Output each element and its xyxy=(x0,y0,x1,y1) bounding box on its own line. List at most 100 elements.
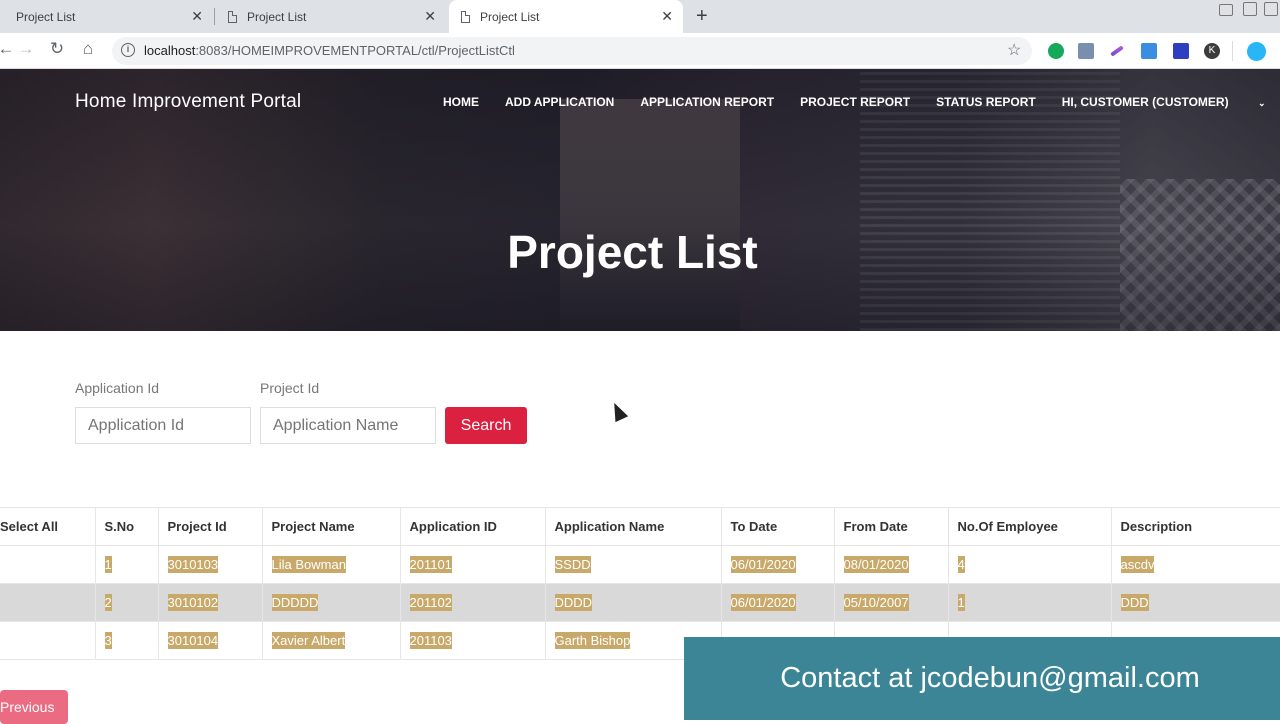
tab-title: Project List xyxy=(480,9,540,24)
table-cell: 201102 xyxy=(400,583,546,622)
cell-text: Garth Bishop xyxy=(554,632,631,649)
previous-button[interactable]: Previous xyxy=(0,690,68,724)
extension-icon[interactable] xyxy=(1173,43,1189,59)
minimize-icon[interactable] xyxy=(1219,4,1233,16)
column-header-select-all[interactable]: Select All xyxy=(0,507,96,546)
table-header-row: Select All S.No Project Id Project Name … xyxy=(0,507,1280,546)
select-checkbox-cell[interactable] xyxy=(0,621,96,660)
address-bar[interactable]: i localhost:8083/HOMEIMPROVEMENTPORTAL/c… xyxy=(112,37,1032,65)
info-icon[interactable]: i xyxy=(121,43,135,57)
page-title: Project List xyxy=(507,226,758,278)
table-row: 1 3010103 Lila Bowman 201101 SSDD 06/01/… xyxy=(0,545,1280,584)
column-header: Project Id xyxy=(158,507,263,546)
browser-tab[interactable]: Project List ✕ xyxy=(216,0,446,33)
nav-application-report[interactable]: APPLICATION REPORT xyxy=(640,95,774,109)
cell-text: 3010102 xyxy=(167,594,219,611)
table-cell: 201101 xyxy=(400,545,546,584)
account-avatar-icon[interactable] xyxy=(1247,42,1266,61)
close-icon[interactable]: ✕ xyxy=(424,8,436,25)
table-cell: DDDD xyxy=(545,583,722,622)
nav-project-report[interactable]: PROJECT REPORT xyxy=(800,95,910,109)
forward-icon[interactable]: → xyxy=(14,39,38,59)
reload-icon[interactable]: ↻ xyxy=(45,39,69,59)
nav-home[interactable]: HOME xyxy=(443,95,479,109)
table-cell: 4 xyxy=(948,545,1112,584)
table-cell: 3010103 xyxy=(158,545,263,584)
bookmark-star-icon[interactable]: ☆ xyxy=(1007,40,1021,60)
close-icon[interactable]: ✕ xyxy=(191,8,203,25)
application-id-label: Application Id xyxy=(75,380,160,396)
url-path: :8083/HOMEIMPROVEMENTPORTAL/ctl/ProjectL… xyxy=(195,43,515,58)
application-id-input[interactable] xyxy=(75,407,251,444)
project-id-label: Project Id xyxy=(260,380,320,396)
column-header: S.No xyxy=(95,507,159,546)
chevron-down-icon: ⌄ xyxy=(1257,98,1266,108)
browser-tab-active[interactable]: Project List ✕ xyxy=(449,0,683,33)
document-icon xyxy=(228,10,237,23)
tab-title: Project List xyxy=(16,9,76,24)
browser-tab-strip: Project List ✕ Project List ✕ Project Li… xyxy=(0,0,1280,33)
hero-banner: Home Improvement Portal HOME ADD APPLICA… xyxy=(0,69,1280,331)
nav-add-application[interactable]: ADD APPLICATION xyxy=(505,95,614,109)
table-cell: 08/01/2020 xyxy=(834,545,949,584)
extension-icon[interactable] xyxy=(1078,43,1094,59)
browser-tab[interactable]: Project List ✕ xyxy=(0,0,213,33)
table-cell: Xavier Albert xyxy=(262,621,401,660)
table-cell: 2 xyxy=(95,583,159,622)
document-icon xyxy=(461,10,470,23)
column-header: From Date xyxy=(834,507,949,546)
home-icon[interactable]: ⌂ xyxy=(76,39,100,59)
browser-toolbar: ← → ↻ ⌂ i localhost:8083/HOMEIMPROVEMENT… xyxy=(0,33,1280,69)
cell-text: Lila Bowman xyxy=(271,556,346,573)
cell-text: DDD xyxy=(1120,594,1149,611)
close-window-icon[interactable] xyxy=(1264,2,1278,16)
cell-text: DDDDD xyxy=(271,594,319,611)
table-row: 2 3010102 DDDDD 201102 DDDD 06/01/2020 0… xyxy=(0,583,1280,622)
column-header: To Date xyxy=(721,507,835,546)
extension-icon[interactable] xyxy=(1141,43,1157,59)
search-button[interactable]: Search xyxy=(445,407,527,444)
nav-status-report[interactable]: STATUS REPORT xyxy=(936,95,1036,109)
table-cell: SSDD xyxy=(545,545,722,584)
cell-text: DDDD xyxy=(554,594,593,611)
profile-icon[interactable]: K xyxy=(1204,43,1220,59)
table-cell: DDD xyxy=(1111,583,1280,622)
cell-text: 1 xyxy=(104,556,112,573)
pen-extension-icon[interactable] xyxy=(1110,45,1124,57)
table-cell: 3 xyxy=(95,621,159,660)
cell-text: 1 xyxy=(957,594,965,611)
cell-text: 06/01/2020 xyxy=(730,594,796,611)
cell-text: 06/01/2020 xyxy=(730,556,796,573)
table-cell: DDDDD xyxy=(262,583,401,622)
table-cell: 06/01/2020 xyxy=(721,545,835,584)
brand-logo[interactable]: Home Improvement Portal xyxy=(75,91,301,113)
table-cell: 3010104 xyxy=(158,621,263,660)
cell-text: 3010103 xyxy=(167,556,219,573)
cell-text: SSDD xyxy=(554,556,591,573)
new-tab-button[interactable]: + xyxy=(696,5,708,28)
column-header: Application ID xyxy=(400,507,546,546)
table-cell: Lila Bowman xyxy=(262,545,401,584)
cell-text: Xavier Albert xyxy=(271,632,346,649)
project-id-input[interactable] xyxy=(260,407,436,444)
cell-text: ascdv xyxy=(1120,556,1155,573)
table-cell: 1 xyxy=(95,545,159,584)
select-checkbox-cell[interactable] xyxy=(0,583,96,622)
table-cell: 3010102 xyxy=(158,583,263,622)
close-icon[interactable]: ✕ xyxy=(661,8,673,25)
table-cell: 06/01/2020 xyxy=(721,583,835,622)
column-header: No.Of Employee xyxy=(948,507,1112,546)
select-checkbox-cell[interactable] xyxy=(0,545,96,584)
main-nav: HOME ADD APPLICATION APPLICATION REPORT … xyxy=(443,95,1280,109)
cell-text: 201103 xyxy=(409,632,452,649)
restore-icon[interactable] xyxy=(1243,2,1257,16)
mouse-cursor-icon xyxy=(607,399,629,423)
cell-text: 05/10/2007 xyxy=(843,594,909,611)
cell-text: 3 xyxy=(104,632,112,649)
url-text: localhost:8083/HOMEIMPROVEMENTPORTAL/ctl… xyxy=(144,43,515,58)
table-cell: 201103 xyxy=(400,621,546,660)
grammarly-icon[interactable] xyxy=(1048,43,1064,59)
nav-user-menu[interactable]: HI, CUSTOMER (CUSTOMER) ⌄ xyxy=(1062,95,1280,109)
cell-text: 201102 xyxy=(409,594,452,611)
tab-title: Project List xyxy=(247,9,307,24)
